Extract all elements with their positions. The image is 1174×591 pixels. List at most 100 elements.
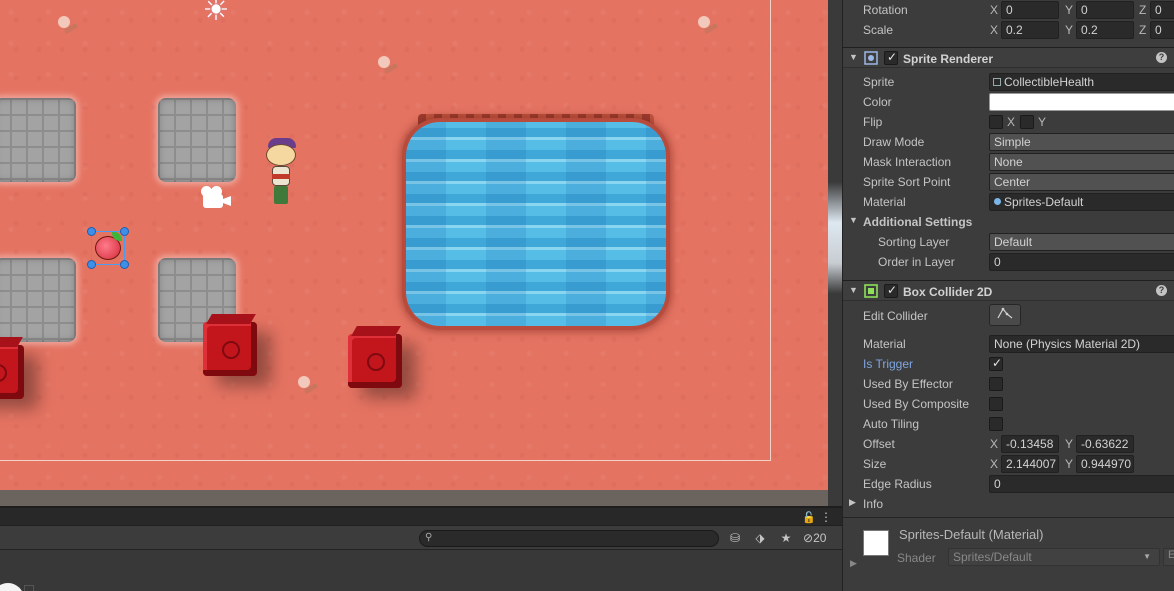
collider-material-label: Material: [863, 337, 906, 351]
sprite-object-field[interactable]: CollectibleHealth: [989, 73, 1174, 91]
scene-view[interactable]: ☀: [0, 0, 828, 506]
foldout-arrow-icon[interactable]: ▼: [849, 52, 858, 62]
offset-label: Offset: [863, 437, 895, 451]
additional-settings-foldout[interactable]: ▼ Additional Settings: [843, 212, 1174, 232]
foldout-arrow-icon[interactable]: ▼: [849, 285, 858, 295]
sprite-sort-point-row: Sprite Sort Point Center: [843, 172, 1174, 192]
material-asset-icon: [994, 198, 1001, 205]
rotation-x-field[interactable]: 0: [1001, 1, 1059, 19]
material-row: Material Sprites-Default: [843, 192, 1174, 212]
order-in-layer-field[interactable]: 0: [989, 253, 1174, 271]
edit-collider-label: Edit Collider: [863, 309, 928, 323]
sprite-sort-point-label: Sprite Sort Point: [863, 175, 951, 189]
x-label: X: [990, 3, 999, 17]
draw-mode-dropdown[interactable]: Simple: [989, 133, 1174, 151]
panel-toolbar: ⚲ ⛁ ⬗ ★ ⊘20: [0, 526, 842, 550]
offset-x-field[interactable]: -0.13458: [1001, 435, 1059, 453]
help-icon[interactable]: ?: [1156, 52, 1167, 63]
lock-icon[interactable]: 🔓: [802, 511, 816, 524]
x-label: X: [990, 437, 999, 451]
collider-material-row: Material None (Physics Material 2D): [843, 334, 1174, 354]
auto-tiling-checkbox[interactable]: [989, 417, 1003, 431]
shader-label: Shader: [897, 551, 936, 565]
hidden-count-label: 20: [813, 531, 827, 545]
offset-row: Offset X -0.13458 Y -0.63622: [843, 434, 1174, 454]
eye-slash-icon: ⊘: [803, 531, 814, 545]
flip-y-checkbox[interactable]: [1020, 115, 1034, 129]
help-icon[interactable]: ?: [1156, 285, 1167, 296]
camera-bounds: [0, 0, 771, 461]
label-tag-icon[interactable]: ⬗: [751, 530, 769, 546]
search-field[interactable]: ⚲: [419, 530, 719, 547]
sorting-layer-dropdown[interactable]: Default: [989, 233, 1174, 251]
used-by-effector-checkbox[interactable]: [989, 377, 1003, 391]
scale-y-field[interactable]: 0.2: [1076, 21, 1134, 39]
auto-tiling-label: Auto Tiling: [863, 417, 920, 431]
used-by-composite-checkbox[interactable]: [989, 397, 1003, 411]
used-by-effector-label: Used By Effector: [863, 377, 953, 391]
collider-material-field[interactable]: None (Physics Material 2D): [989, 335, 1174, 353]
search-input[interactable]: [437, 531, 713, 546]
rotation-label: Rotation: [863, 3, 908, 17]
rotation-y-field[interactable]: 0: [1076, 1, 1134, 19]
edit-collider-icon: [997, 307, 1013, 319]
offset-y-field[interactable]: -0.63622: [1076, 435, 1134, 453]
material-title: Sprites-Default (Material): [899, 527, 1044, 542]
flip-y-label: Y: [1038, 115, 1047, 129]
used-by-effector-row: Used By Effector: [843, 374, 1174, 394]
scale-x-field[interactable]: 0.2: [1001, 21, 1059, 39]
kebab-menu-icon[interactable]: ⋮: [820, 510, 832, 524]
y-label: Y: [1065, 3, 1074, 17]
scene-scrollbar[interactable]: [828, 0, 842, 506]
x-label: X: [990, 457, 999, 471]
flip-row: Flip X Y: [843, 112, 1174, 132]
color-swatch[interactable]: [989, 93, 1174, 111]
panel-tab-bar: 🔓 ⋮: [0, 508, 842, 526]
y-label: Y: [1065, 457, 1074, 471]
shader-value: Sprites/Default: [953, 550, 1032, 564]
foldout-arrow-icon[interactable]: ▶: [850, 558, 857, 569]
material-preview-section: Sprites-Default (Material) Shader Sprite…: [843, 517, 1174, 591]
edit-collider-button[interactable]: [989, 304, 1021, 326]
edge-radius-field[interactable]: 0: [989, 475, 1174, 493]
sprite-sort-point-dropdown[interactable]: Center: [989, 173, 1174, 191]
shader-edit-button[interactable]: E: [1163, 548, 1174, 566]
enabled-checkbox[interactable]: [884, 50, 898, 65]
enabled-checkbox[interactable]: [884, 283, 898, 298]
sorting-layer-row: Sorting Layer Default: [843, 232, 1174, 252]
favorite-star-icon[interactable]: ★: [777, 530, 795, 546]
size-x-field[interactable]: 2.144007: [1001, 455, 1059, 473]
z-label: Z: [1139, 23, 1147, 37]
info-foldout[interactable]: ▶ Info: [843, 494, 1174, 514]
asset-thumbnail[interactable]: [0, 583, 24, 591]
rotation-z-field[interactable]: 0: [1150, 1, 1174, 19]
edge-radius-label: Edge Radius: [863, 477, 932, 491]
foldout-arrow-icon[interactable]: ▼: [849, 215, 858, 225]
mask-interaction-dropdown[interactable]: None: [989, 153, 1174, 171]
sprite-renderer-header[interactable]: ▼ Sprite Renderer ?: [843, 47, 1174, 68]
component-title: Sprite Renderer: [903, 52, 994, 66]
panel-content[interactable]: [0, 553, 842, 591]
material-object-field[interactable]: Sprites-Default: [989, 193, 1174, 211]
is-trigger-checkbox[interactable]: [989, 356, 1003, 371]
scale-z-field[interactable]: 0: [1150, 21, 1174, 39]
component-title: Box Collider 2D: [903, 285, 993, 299]
draw-mode-label: Draw Mode: [863, 135, 925, 149]
auto-tiling-row: Auto Tiling: [843, 414, 1174, 434]
box-collider-header[interactable]: ▼ Box Collider 2D ?: [843, 280, 1174, 301]
shader-dropdown[interactable]: Sprites/Default ▼: [948, 548, 1160, 566]
y-label: Y: [1065, 23, 1074, 37]
edit-collider-row: Edit Collider: [843, 304, 1174, 326]
used-by-composite-label: Used By Composite: [863, 397, 970, 411]
sprite-row: Sprite CollectibleHealth: [843, 72, 1174, 92]
mask-interaction-label: Mask Interaction: [863, 155, 952, 169]
filter-by-type-icon[interactable]: ⛁: [726, 530, 744, 546]
flip-x-checkbox[interactable]: [989, 115, 1003, 129]
hidden-objects-toggle[interactable]: ⊘20: [803, 530, 826, 546]
foldout-arrow-icon[interactable]: ▶: [849, 497, 856, 508]
scale-row: Scale X 0.2 Y 0.2 Z 0: [843, 20, 1174, 40]
size-row: Size X 2.144007 Y 0.944970: [843, 454, 1174, 474]
size-y-field[interactable]: 0.944970: [1076, 455, 1134, 473]
is-trigger-label: Is Trigger: [863, 357, 914, 371]
edge-radius-row: Edge Radius 0: [843, 474, 1174, 494]
